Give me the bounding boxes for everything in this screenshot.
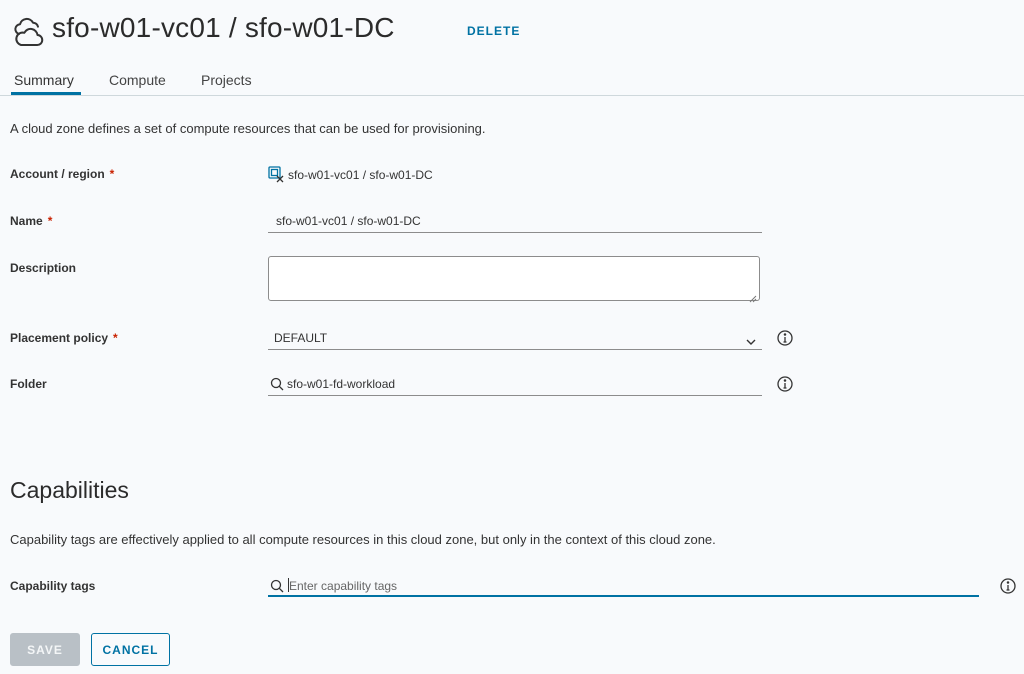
vcenter-account-icon (268, 166, 285, 183)
capability-tags-placeholder: Enter capability tags (289, 579, 398, 593)
placement-policy-label-text: Placement policy (10, 331, 109, 345)
name-label: Name * (10, 214, 52, 228)
search-icon (270, 377, 284, 391)
placement-policy-value: DEFAULT (274, 331, 328, 345)
chevron-down-icon (746, 333, 756, 345)
placement-policy-select[interactable]: DEFAULT (268, 326, 762, 350)
tab-projects[interactable]: Projects (201, 72, 252, 88)
tab-bar: Summary Compute Projects (0, 70, 1024, 96)
page-title: sfo-w01-vc01 / sfo-w01-DC (52, 12, 395, 43)
save-button[interactable]: SAVE (10, 633, 80, 666)
capabilities-description: Capability tags are effectively applied … (10, 532, 716, 547)
intro-text: A cloud zone defines a set of compute re… (10, 121, 486, 136)
placement-policy-info-icon[interactable] (777, 330, 793, 346)
description-textarea[interactable] (268, 256, 760, 303)
cloud-zone-icon (10, 14, 46, 50)
description-label: Description (10, 261, 77, 275)
required-marker: * (47, 214, 53, 228)
cancel-button[interactable]: CANCEL (91, 633, 170, 666)
required-marker: * (109, 167, 115, 181)
name-input-value: sfo-w01-vc01 / sfo-w01-DC (276, 214, 421, 228)
required-marker: * (113, 331, 118, 345)
capability-tags-input[interactable]: Enter capability tags (268, 574, 979, 597)
delete-button[interactable]: DELETE (467, 24, 520, 38)
active-tab-indicator (11, 92, 81, 95)
capability-tags-info-icon[interactable] (1000, 578, 1016, 594)
tab-compute[interactable]: Compute (109, 72, 166, 88)
capability-tags-label: Capability tags (10, 579, 96, 593)
folder-input[interactable]: sfo-w01-fd-workload (268, 372, 762, 396)
placement-policy-label: Placement policy * (10, 331, 118, 345)
name-label-text: Name (10, 214, 43, 228)
resize-handle-icon[interactable] (749, 290, 757, 303)
tab-summary[interactable]: Summary (14, 72, 74, 88)
name-input[interactable]: sfo-w01-vc01 / sfo-w01-DC (268, 209, 762, 233)
account-region-label: Account / region * (10, 167, 114, 181)
folder-value: sfo-w01-fd-workload (287, 377, 396, 391)
search-icon (270, 579, 284, 593)
folder-label: Folder (10, 377, 47, 391)
capabilities-heading: Capabilities (10, 477, 129, 503)
folder-info-icon[interactable] (777, 376, 793, 392)
account-region-value: sfo-w01-vc01 / sfo-w01-DC (288, 168, 433, 182)
account-region-label-text: Account / region (10, 167, 105, 181)
